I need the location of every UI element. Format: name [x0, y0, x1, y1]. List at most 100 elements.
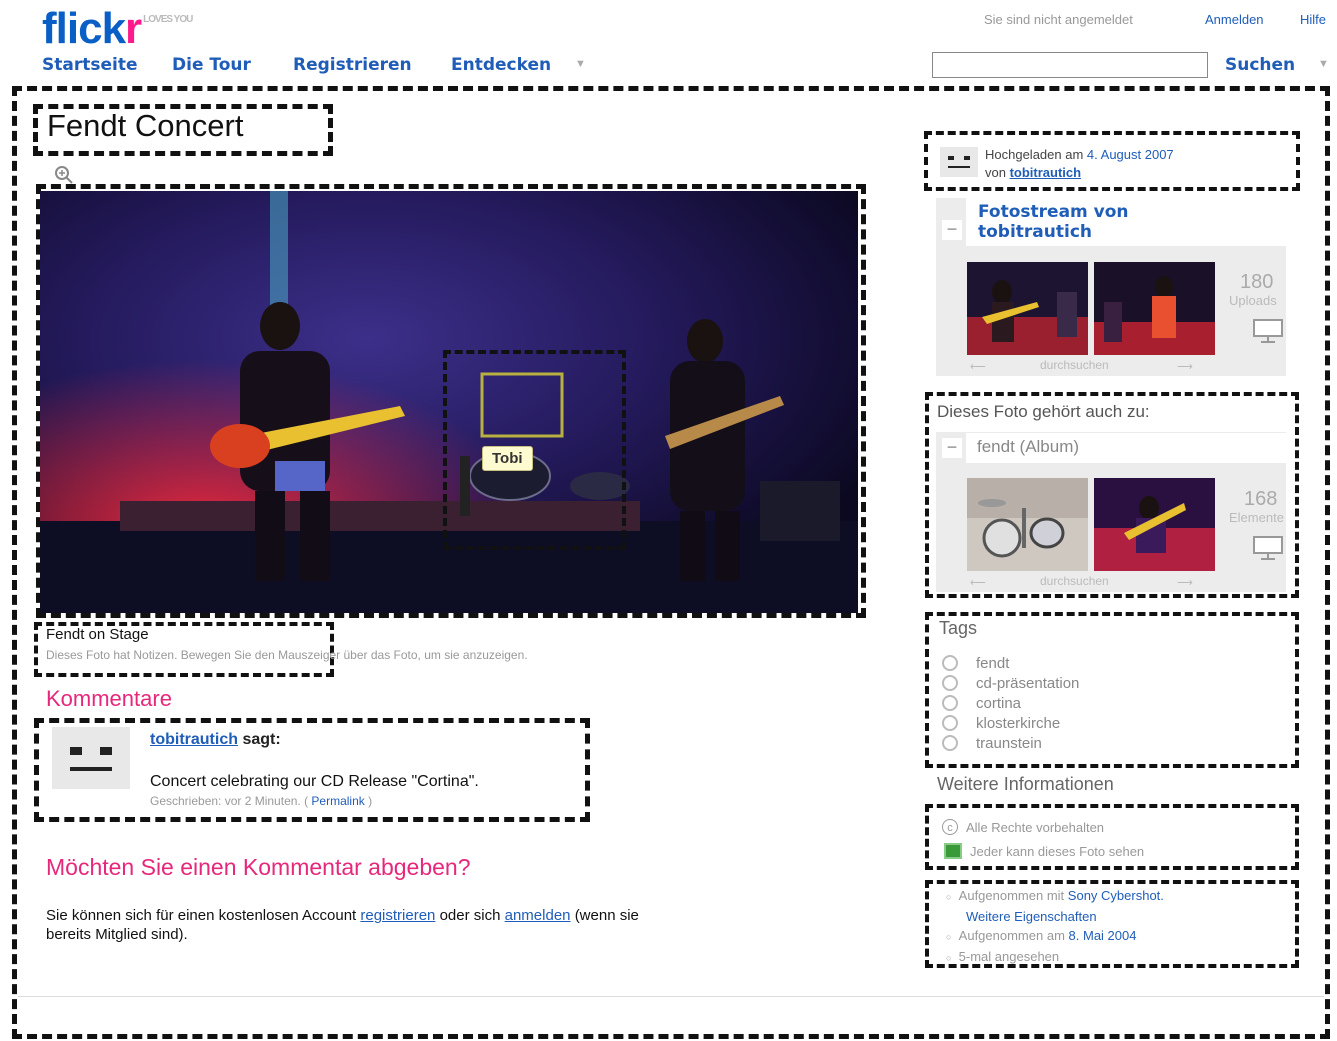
flickr-logo[interactable]: flickr LOVES YOU	[42, 4, 193, 54]
login-status: Sie sind nicht angemeldet	[984, 12, 1133, 27]
explore-dropdown-icon[interactable]: ▼	[575, 58, 586, 70]
exif-list: ○ Aufgenommen mit Sony Cybershot. Weiter…	[946, 886, 1164, 968]
comment-prompt-text: Sie können sich für einen kostenlosen Ac…	[46, 906, 866, 944]
prev-arrow-icon[interactable]: ⟵	[970, 360, 986, 373]
by-prefix: von	[985, 165, 1006, 180]
nav-tour[interactable]: Die Tour	[172, 55, 251, 75]
views-text: 5-mal angesehen	[958, 949, 1060, 964]
nav-explore[interactable]: Entdecken	[451, 55, 551, 75]
uploaded-line: Hochgeladen am 4. August 2007	[985, 147, 1174, 162]
camera-link[interactable]: Sony Cybershot.	[1068, 888, 1164, 903]
copyright-icon: c	[942, 819, 958, 835]
tag-item[interactable]: cd-präsentation	[942, 673, 1079, 693]
photostream-thumb-1[interactable]	[967, 262, 1088, 355]
avatar[interactable]	[52, 727, 130, 789]
prompt-text-2: oder sich	[439, 907, 501, 924]
photo-caption: Fendt on Stage	[46, 626, 149, 643]
tag-icon	[942, 715, 958, 731]
nav-home[interactable]: Startseite	[42, 55, 137, 75]
comment-prompt-heading: Möchten Sie einen Kommentar abgeben?	[46, 854, 471, 880]
tag-icon	[942, 655, 958, 671]
comments-heading: Kommentare	[46, 686, 172, 711]
album-prev-arrow-icon[interactable]: ⟵	[970, 576, 986, 589]
login-link-inline[interactable]: anmelden	[505, 907, 571, 924]
tag-item[interactable]: fendt	[942, 653, 1079, 673]
tag-label[interactable]: fendt	[976, 655, 1009, 672]
public-visibility-icon	[944, 843, 962, 859]
visibility-row: Jeder kann dieses Foto sehen	[944, 843, 1144, 859]
search-dropdown-icon[interactable]: ▼	[1318, 58, 1329, 70]
prompt-text-3: (wenn sie	[574, 907, 639, 924]
help-link[interactable]: Hilfe	[1300, 12, 1326, 27]
prompt-text-1: Sie können sich für einen kostenlosen Ac…	[46, 907, 357, 924]
uploads-count: 180	[1240, 271, 1274, 293]
album-title[interactable]: fendt (Album)	[977, 437, 1079, 457]
tag-item[interactable]: klosterkirche	[942, 713, 1079, 733]
uploaded-prefix: Hochgeladen am	[985, 147, 1084, 162]
notes-hint: Dieses Foto hat Notizen. Bewegen Sie den…	[46, 648, 528, 662]
album-thumb-1[interactable]	[967, 478, 1088, 571]
comment-permalink[interactable]: Permalink	[311, 794, 364, 808]
belongs-heading: Dieses Foto gehört auch zu:	[937, 402, 1150, 421]
album-next-arrow-icon[interactable]: ⟶	[1177, 576, 1193, 589]
comment-meta: Geschrieben: vor 2 Minuten. ( Permalink …	[150, 794, 372, 808]
comment-says: sagt:	[242, 731, 281, 748]
photostream-title[interactable]: Fotostream von tobitrautich	[978, 202, 1129, 242]
search-input[interactable]	[932, 52, 1208, 78]
taken-on-prefix: Aufgenommen am	[958, 928, 1065, 943]
album-label: Elemente	[1229, 510, 1284, 525]
browse-label[interactable]: durchsuchen	[1040, 358, 1109, 372]
bullet-icon: ○	[946, 932, 952, 942]
camera-prefix: Aufgenommen mit	[958, 888, 1065, 903]
search-button[interactable]: Suchen	[1225, 55, 1295, 75]
taken-date-row: ○ Aufgenommen am 8. Mai 2004	[946, 926, 1164, 947]
album-collapse-icon[interactable]: −	[942, 438, 962, 458]
comment-meta-prefix: Geschrieben: vor 2 Minuten. (	[150, 794, 309, 808]
uploads-label: Uploads	[1229, 293, 1277, 308]
tag-label[interactable]: cortina	[976, 695, 1021, 712]
album-slideshow-icon[interactable]	[1252, 535, 1284, 566]
logo-text-pink: r	[125, 4, 142, 53]
collapse-icon[interactable]: −	[942, 220, 962, 240]
comment-meta-suffix: )	[368, 794, 373, 808]
album-thumb-2[interactable]	[1094, 478, 1215, 571]
comment-author-link[interactable]: tobitrautich	[150, 731, 238, 748]
note-region-outline	[443, 350, 626, 550]
views-row: ○ 5-mal angesehen	[946, 947, 1164, 968]
slideshow-icon[interactable]	[1252, 318, 1284, 349]
uploaded-date-link[interactable]: 4. August 2007	[1087, 147, 1174, 162]
tag-icon	[942, 735, 958, 751]
logo-text-blue: flick	[42, 4, 126, 53]
tag-item[interactable]: cortina	[942, 693, 1079, 713]
login-link[interactable]: Anmelden	[1205, 12, 1264, 27]
logo-badge: LOVES YOU	[143, 14, 193, 25]
tag-label[interactable]: cd-präsentation	[976, 675, 1079, 692]
photo-note-label[interactable]: Tobi	[482, 446, 533, 471]
next-arrow-icon[interactable]: ⟶	[1177, 360, 1193, 373]
tag-item[interactable]: traunstein	[942, 733, 1079, 753]
photostream-title-line1: Fotostream von	[978, 202, 1129, 222]
more-info-heading: Weitere Informationen	[937, 774, 1114, 794]
comment-text: Concert celebrating our CD Release "Cort…	[150, 773, 479, 790]
photostream-title-line2: tobitrautich	[978, 222, 1093, 242]
rights-text: Alle Rechte vorbehalten	[966, 819, 1105, 835]
camera-row: ○ Aufgenommen mit Sony Cybershot.	[946, 886, 1164, 907]
uploader-line: von tobitrautich	[985, 165, 1081, 180]
visibility-text: Jeder kann dieses Foto sehen	[970, 843, 1145, 859]
footer-divider	[18, 996, 1324, 997]
taken-date-link[interactable]: 8. Mai 2004	[1069, 928, 1137, 943]
more-props-row: Weitere Eigenschaften	[946, 907, 1164, 926]
nav-register[interactable]: Registrieren	[293, 55, 412, 75]
prompt-text-4: bereits Mitglied sind).	[46, 926, 188, 943]
photo-title: Fendt Concert	[47, 108, 244, 143]
tag-label[interactable]: traunstein	[976, 735, 1042, 752]
owner-link[interactable]: tobitrautich	[1010, 165, 1082, 180]
uploader-avatar[interactable]	[940, 147, 978, 177]
photostream-thumb-2[interactable]	[1094, 262, 1215, 355]
album-browse-label[interactable]: durchsuchen	[1040, 574, 1109, 588]
tag-label[interactable]: klosterkirche	[976, 715, 1060, 732]
license-region-outline	[925, 804, 1299, 870]
register-link[interactable]: registrieren	[360, 907, 435, 924]
rights-row: c Alle Rechte vorbehalten	[942, 819, 1104, 835]
more-props-link[interactable]: Weitere Eigenschaften	[966, 909, 1097, 924]
